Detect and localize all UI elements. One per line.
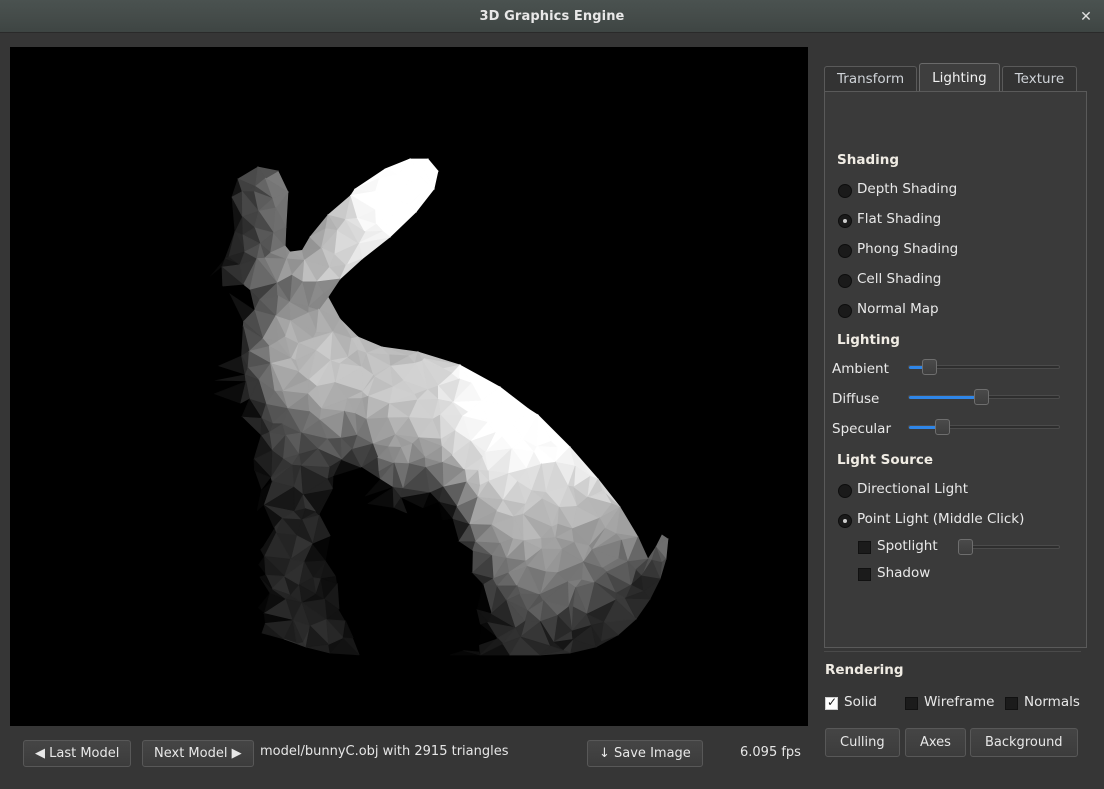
spotlight-slider[interactable] xyxy=(958,539,1060,555)
checkbox-label: Solid xyxy=(844,694,877,710)
ambient-slider[interactable] xyxy=(908,359,1060,375)
radio-indicator[interactable] xyxy=(838,214,852,228)
close-icon[interactable]: ✕ xyxy=(1076,7,1096,27)
slider-track[interactable] xyxy=(958,545,1060,549)
next-model-button[interactable]: Next Model ▶ xyxy=(142,740,254,767)
checkbox-indicator[interactable] xyxy=(858,568,871,581)
slider-handle[interactable] xyxy=(973,389,989,405)
checkbox-indicator[interactable] xyxy=(825,695,838,710)
tab-lighting[interactable]: Lighting xyxy=(919,63,1000,92)
checkbox-label: Spotlight xyxy=(877,538,938,554)
radio-indicator[interactable] xyxy=(838,484,852,498)
radio-label: Phong Shading xyxy=(857,241,959,257)
culling-button[interactable]: Culling xyxy=(825,728,900,757)
checkbox-indicator[interactable] xyxy=(858,541,871,554)
fps-counter: 6.095 fps xyxy=(740,745,801,760)
checkbox-indicator[interactable] xyxy=(1005,697,1018,710)
radio-label: Flat Shading xyxy=(857,211,942,227)
lighting-section-title: Lighting xyxy=(837,332,900,348)
radio-indicator[interactable] xyxy=(838,184,852,198)
radio-label: Cell Shading xyxy=(857,271,942,287)
slider-handle[interactable] xyxy=(921,359,937,375)
title-bar: 3D Graphics Engine ✕ xyxy=(0,0,1104,33)
tab-transform[interactable]: Transform xyxy=(824,66,918,92)
radio-label: Normal Map xyxy=(857,301,939,317)
model-info-label: model/bunnyC.obj with 2915 triangles xyxy=(260,744,509,759)
app-window: 3D Graphics Engine ✕ ◀ Last Model Next M… xyxy=(0,0,1104,789)
radio-indicator[interactable] xyxy=(838,304,852,318)
lighting-tab-panel: Shading Depth Shading Flat Shading Phong… xyxy=(824,91,1087,648)
radio-indicator[interactable] xyxy=(838,274,852,288)
checkbox-label: Shadow xyxy=(877,565,931,581)
specular-label: Specular xyxy=(832,421,891,437)
radio-indicator[interactable] xyxy=(838,244,852,258)
slider-handle[interactable] xyxy=(935,419,951,435)
bunny-model-render xyxy=(10,47,808,726)
last-model-button[interactable]: ◀ Last Model xyxy=(23,740,132,767)
radio-indicator[interactable] xyxy=(838,514,852,528)
rendering-section-title: Rendering xyxy=(825,662,904,678)
radio-label: Depth Shading xyxy=(857,181,958,197)
tab-texture[interactable]: Texture xyxy=(1001,66,1078,92)
specular-slider[interactable] xyxy=(908,419,1060,435)
slider-fill xyxy=(909,396,979,399)
radio-label: Directional Light xyxy=(857,481,968,497)
ambient-label: Ambient xyxy=(832,361,889,377)
slider-handle[interactable] xyxy=(958,539,973,555)
save-image-button[interactable]: ↓ Save Image xyxy=(587,740,703,767)
light-source-section-title: Light Source xyxy=(837,452,934,468)
checkbox-indicator[interactable] xyxy=(905,697,918,710)
checkbox-label: Normals xyxy=(1024,694,1080,710)
diffuse-label: Diffuse xyxy=(832,391,880,407)
control-panel: Transform Lighting Texture Shading Depth… xyxy=(818,47,1104,789)
rendering-divider xyxy=(824,651,1081,652)
tab-bar: Transform Lighting Texture xyxy=(824,63,1079,92)
diffuse-slider[interactable] xyxy=(908,389,1060,405)
background-button[interactable]: Background xyxy=(970,728,1078,757)
checkbox-label: Wireframe xyxy=(924,694,995,710)
radio-label: Point Light (Middle Click) xyxy=(857,511,1025,527)
axes-button[interactable]: Axes xyxy=(905,728,966,757)
render-viewport[interactable] xyxy=(10,47,808,726)
window-title: 3D Graphics Engine xyxy=(479,9,625,24)
shading-section-title: Shading xyxy=(837,152,900,168)
